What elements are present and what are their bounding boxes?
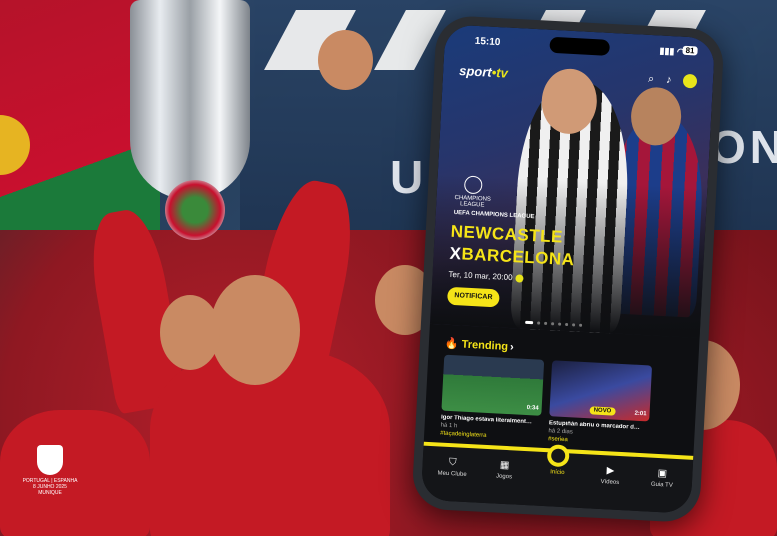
grid-icon: ▦ (499, 459, 510, 472)
starball-icon (463, 175, 483, 195)
ucl-badge: CHAMPIONS LEAGUE (454, 175, 492, 209)
app-logo[interactable]: sport•tv (459, 63, 508, 81)
phone-mockup: 15:10 ▮▮▮ ◠ 81 sport•tv ⌕ ♪ CHAMPIONS LE… (411, 14, 725, 524)
crest-icon (37, 445, 63, 475)
tv-icon: ▣ (657, 467, 668, 480)
profile-icon[interactable] (682, 73, 698, 89)
nav-guia-tv[interactable]: ▣ Guia TV (642, 467, 683, 489)
new-badge: NOVO (589, 406, 616, 416)
banner-text-right: ON (710, 121, 777, 173)
app-screen: 15:10 ▮▮▮ ◠ 81 sport•tv ⌕ ♪ CHAMPIONS LE… (420, 24, 716, 514)
video-thumbnail: 0:34 (441, 354, 545, 416)
bell-icon[interactable]: ♪ (666, 74, 672, 86)
home-icon (546, 444, 570, 468)
video-duration: 2:01 (634, 410, 647, 418)
trophy (130, 0, 250, 250)
channel-icon (515, 274, 524, 283)
flag-emblem (0, 115, 30, 175)
teammate-face (160, 295, 220, 370)
bottom-nav: ⛉ Meu Clube ▦ Jogos Início ▶ Vídeos ▣ Guia T… (420, 441, 694, 514)
video-thumbnail: NOVO 2:01 (549, 360, 653, 422)
nav-videos[interactable]: ▶ Vídeos (590, 464, 631, 486)
play-icon: ▶ (606, 465, 615, 477)
notify-button[interactable]: NOTIFICAR (446, 286, 500, 308)
nav-meu-clube[interactable]: ⛉ Meu Clube (432, 456, 473, 478)
shield-icon: ⛉ (448, 457, 457, 469)
nav-jogos[interactable]: ▦ Jogos (484, 459, 525, 481)
nav-inicio[interactable]: Início (537, 444, 578, 477)
trending-header[interactable]: 🔥 Trending› (445, 337, 514, 354)
battery-icon: 81 (682, 45, 698, 56)
chevron-right-icon: › (509, 341, 515, 354)
dynamic-island (549, 36, 611, 56)
fist-icon (318, 30, 373, 90)
main-player-face (210, 275, 300, 385)
match-badge: PORTUGAL | ESPANHA 8 JUNHO 2025 MUNIQUE (20, 445, 80, 496)
trending-card[interactable]: NOVO 2:01 Estupiñán abriu o marcador d… … (548, 360, 653, 447)
signal-icon: ▮▮▮ ◠ (659, 45, 686, 57)
search-icon[interactable]: ⌕ (648, 73, 655, 86)
trending-card[interactable]: 0:34 Igor Thiago estava literalment… há … (440, 354, 545, 442)
status-time: 15:10 (474, 35, 501, 49)
video-duration: 0:34 (526, 405, 539, 412)
